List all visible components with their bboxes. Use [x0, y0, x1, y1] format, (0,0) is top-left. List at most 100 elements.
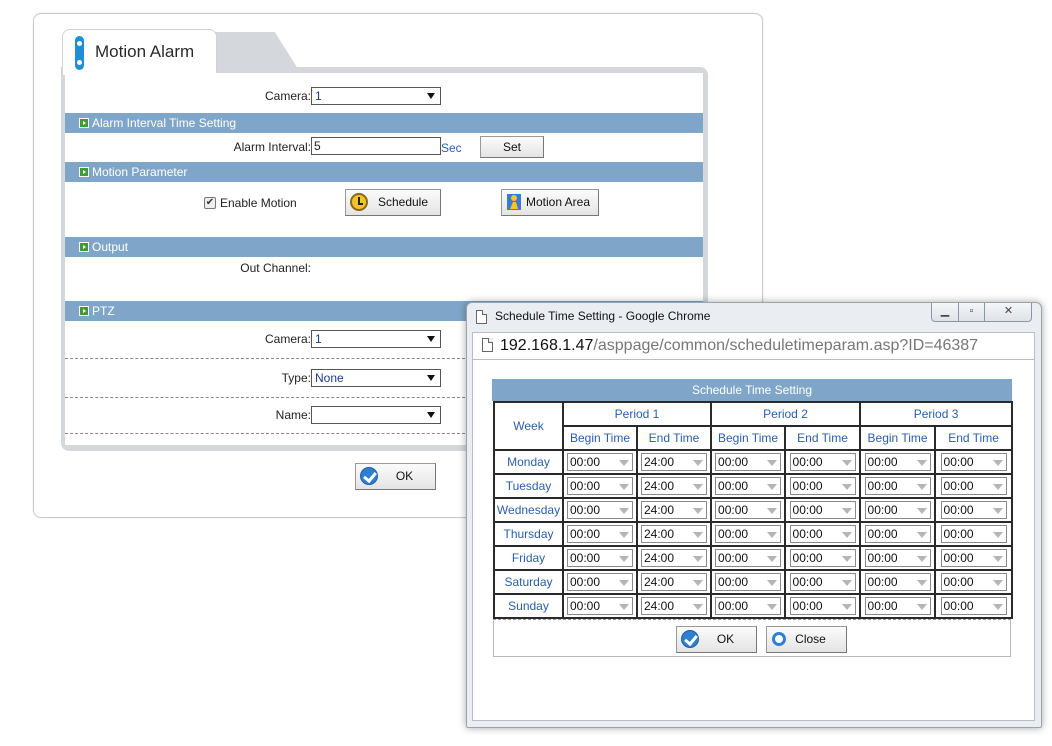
time-value: 00:00 — [867, 575, 898, 589]
chevron-down-icon — [693, 580, 703, 586]
schedule-row: Monday 00:00 24:00 00:00 00:00 00:00 00:00 — [493, 449, 1014, 475]
time-value: 00:00 — [718, 527, 749, 541]
time-cell: 00:00 — [562, 473, 638, 499]
time-cell: 00:00 — [859, 545, 937, 571]
chevron-down-icon — [992, 484, 1003, 490]
time-cell: 00:00 — [562, 593, 638, 619]
time-cell: 00:00 — [784, 497, 862, 523]
begin-time-select[interactable]: 00:00 — [567, 477, 633, 495]
begin-time-select[interactable]: 00:00 — [864, 525, 931, 543]
chevron-down-icon — [916, 508, 927, 514]
end-time-select[interactable]: 00:00 — [940, 453, 1007, 471]
chevron-down-icon — [916, 604, 927, 610]
time-value: 24:00 — [644, 599, 675, 613]
time-cell: 00:00 — [710, 545, 787, 571]
ptz-camera-select[interactable]: 1 — [311, 330, 441, 348]
out-channel-label: Out Channel: — [240, 261, 311, 275]
schedule-row: Wednesday 00:00 24:00 00:00 00:00 00:00 00:00 — [493, 497, 1014, 523]
chevron-down-icon — [992, 556, 1003, 562]
time-value: 00:00 — [792, 503, 823, 517]
begin-time-select[interactable]: 00:00 — [567, 501, 633, 519]
schedule-row: Friday 00:00 24:00 00:00 00:00 00:00 00:00 — [493, 545, 1014, 571]
begin-time-select[interactable]: 00:00 — [567, 453, 633, 471]
end-time-select[interactable]: 00:00 — [940, 477, 1007, 495]
time-value: 00:00 — [718, 575, 749, 589]
begin-time-select[interactable]: 00:00 — [567, 573, 633, 591]
day-label: Sunday — [493, 593, 564, 619]
popup-ok-label: OK — [716, 632, 735, 646]
chevron-down-icon — [427, 412, 435, 418]
chevron-down-icon — [841, 556, 852, 562]
end-time-select[interactable]: 00:00 — [789, 597, 856, 615]
end-time-select[interactable]: 00:00 — [789, 573, 856, 591]
end-time-select[interactable]: 00:00 — [789, 453, 856, 471]
week-header: Week — [493, 401, 564, 451]
time-value: 00:00 — [867, 455, 898, 469]
chevron-down-icon — [767, 460, 778, 466]
end-time-select[interactable]: 00:00 — [789, 549, 856, 567]
end-time-select[interactable]: 24:00 — [641, 573, 707, 591]
end-time-select[interactable]: 00:00 — [789, 501, 856, 519]
camera-label: Camera: — [264, 89, 311, 103]
maximize-icon[interactable]: ▫ — [959, 303, 985, 321]
begin-time-select[interactable]: 00:00 — [715, 477, 782, 495]
chevron-down-icon — [841, 508, 852, 514]
end-time-select[interactable]: 24:00 — [641, 501, 707, 519]
ptz-camera-select-value: 1 — [315, 332, 322, 346]
time-cell: 00:00 — [934, 521, 1014, 547]
chevron-down-icon — [916, 460, 927, 466]
day-label: Friday — [493, 545, 564, 571]
time-value: 00:00 — [792, 551, 823, 565]
time-cell: 24:00 — [635, 497, 713, 523]
begin-time-select[interactable]: 00:00 — [864, 573, 931, 591]
time-cell: 00:00 — [710, 497, 787, 523]
begin-time-select[interactable]: 00:00 — [715, 597, 782, 615]
end-time-select[interactable]: 24:00 — [641, 477, 707, 495]
begin-time-select[interactable]: 00:00 — [567, 597, 633, 615]
end-time-select[interactable]: 24:00 — [641, 525, 707, 543]
end-time-select[interactable]: 24:00 — [641, 597, 707, 615]
camera-select[interactable]: 1 — [311, 87, 441, 105]
alarm-interval-input[interactable]: 5 — [311, 137, 441, 155]
end-time-select[interactable]: 24:00 — [641, 549, 707, 567]
time-cell: 00:00 — [562, 449, 638, 475]
begin-time-select[interactable]: 00:00 — [864, 453, 931, 471]
section-title: PTZ — [92, 304, 115, 318]
time-value: 00:00 — [570, 479, 601, 493]
end-time-select[interactable]: 00:00 — [940, 597, 1007, 615]
schedule-table: Week Period 1 Period 2 Period 3 Begin Ti… — [493, 401, 1014, 619]
begin-time-select[interactable]: 00:00 — [715, 501, 782, 519]
enable-motion-label: Enable Motion — [220, 196, 297, 210]
begin-time-select[interactable]: 00:00 — [567, 549, 633, 567]
section-arrow-icon — [79, 242, 89, 252]
time-cell: 00:00 — [710, 593, 787, 619]
begin-time-select[interactable]: 00:00 — [715, 525, 782, 543]
end-time-select[interactable]: 00:00 — [789, 477, 856, 495]
begin-time-select[interactable]: 00:00 — [864, 549, 931, 567]
begin-time-select[interactable]: 00:00 — [715, 573, 782, 591]
chevron-down-icon — [916, 484, 927, 490]
end-time-select[interactable]: 00:00 — [940, 525, 1007, 543]
enable-motion-checkbox[interactable]: ✔ — [204, 197, 216, 209]
name-select[interactable] — [311, 406, 441, 424]
end-time-select[interactable]: 00:00 — [789, 525, 856, 543]
begin-time-select[interactable]: 00:00 — [715, 549, 782, 567]
minimize-icon[interactable]: ▁ — [932, 303, 959, 321]
end-time-select[interactable]: 24:00 — [641, 453, 707, 471]
end-time-select[interactable]: 00:00 — [940, 501, 1007, 519]
begin-time-select[interactable]: 00:00 — [864, 501, 931, 519]
end-time-select[interactable]: 00:00 — [940, 549, 1007, 567]
type-select[interactable]: None — [311, 369, 441, 387]
time-value: 24:00 — [644, 503, 675, 517]
begin-time-select[interactable]: 00:00 — [715, 453, 782, 471]
close-window-icon[interactable]: ✕ — [985, 303, 1032, 321]
section-title: Motion Parameter — [92, 165, 188, 179]
set-button[interactable]: Set — [480, 136, 544, 158]
end-time-select[interactable]: 00:00 — [940, 573, 1007, 591]
time-cell: 00:00 — [934, 593, 1014, 619]
begin-time-select[interactable]: 00:00 — [864, 477, 931, 495]
chevron-down-icon — [693, 556, 703, 562]
begin-time-select[interactable]: 00:00 — [567, 525, 633, 543]
page-icon — [482, 338, 493, 352]
begin-time-select[interactable]: 00:00 — [864, 597, 931, 615]
